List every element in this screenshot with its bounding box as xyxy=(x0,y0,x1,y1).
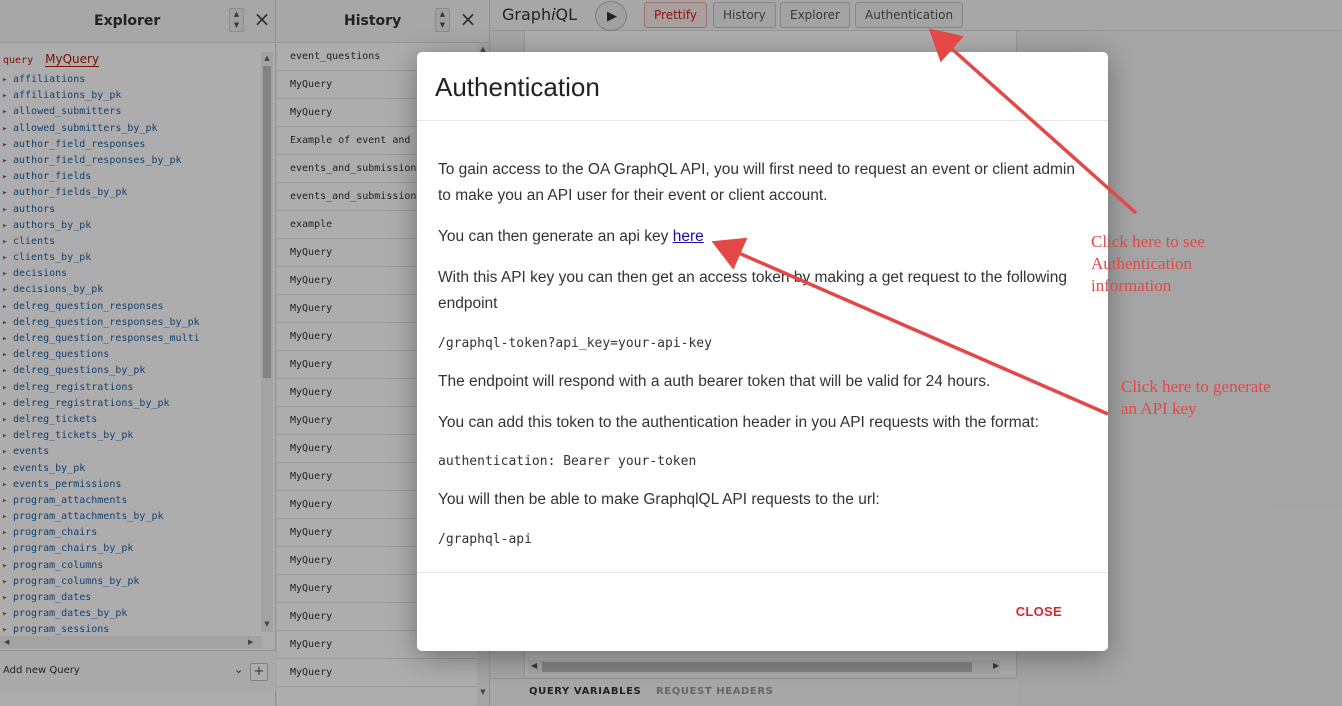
dialog-paragraph-api-key: You can then generate an api key here xyxy=(438,224,1088,250)
dialog-paragraph-token: With this API key you can then get an ac… xyxy=(438,269,1067,312)
auth-header-code: authentication: Bearer your-token xyxy=(438,454,697,469)
generate-api-key-link[interactable]: here xyxy=(673,228,704,245)
api-key-text: You can then generate an api key xyxy=(438,228,673,245)
dialog-title: Authentication xyxy=(435,72,600,102)
dialog-header-divider xyxy=(417,120,1108,121)
api-url-code: /graphql-api xyxy=(438,532,532,547)
dialog-paragraph-url: You will then be able to make GraphqlQL … xyxy=(438,491,880,508)
authentication-dialog: Authentication To gain access to the OA … xyxy=(417,52,1108,651)
dialog-paragraph-header: You can add this token to the authentica… xyxy=(438,414,1039,431)
dialog-paragraph-access: To gain access to the OA GraphQL API, yo… xyxy=(438,161,1075,204)
annotation-authentication-note: Click here to see Authentication informa… xyxy=(1091,232,1205,295)
token-endpoint-code: /graphql-token?api_key=your-api-key xyxy=(438,336,712,351)
annotation-api-key-note: Click here to generate an API key xyxy=(1121,377,1271,418)
dialog-footer-divider xyxy=(417,572,1108,573)
close-button[interactable]: CLOSE xyxy=(1016,604,1062,619)
dialog-paragraph-response: The endpoint will respond with a auth be… xyxy=(438,373,991,390)
